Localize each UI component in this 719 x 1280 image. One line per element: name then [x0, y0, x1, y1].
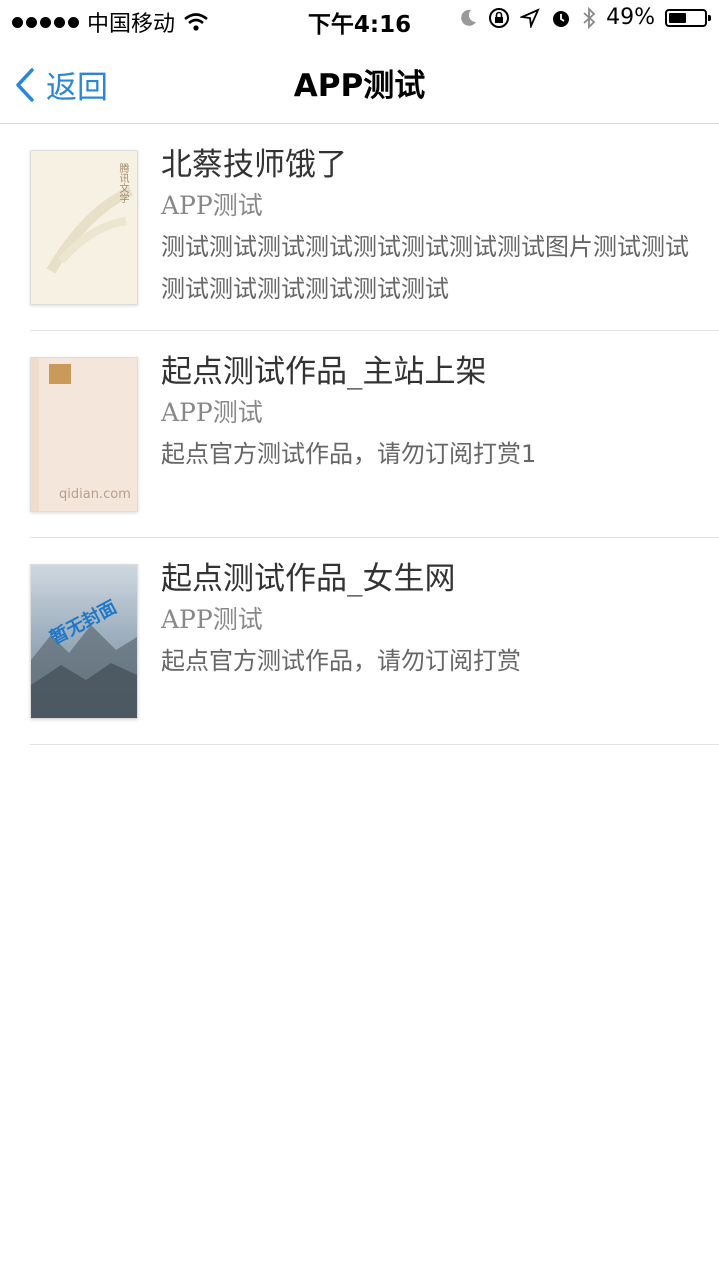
book-title: 北蔡技师饿了 [161, 147, 347, 183]
book-description: 起点官方测试作品，请勿订阅打赏1 [161, 440, 537, 468]
book-description: 起点官方测试作品，请勿订阅打赏 [161, 647, 521, 675]
book-author: APP测试 [161, 398, 263, 427]
battery-level [669, 12, 686, 23]
battery-icon [665, 8, 711, 27]
list-item[interactable]: 暂无封面 起点测试作品_女生网 APP测试 起点官方测试作品，请勿订阅打赏 [30, 538, 719, 745]
moon-icon [461, 9, 477, 26]
cover-text: 腾讯文学 [117, 163, 128, 203]
book-cover: qidian.com [30, 357, 138, 512]
rotation-lock-icon [489, 7, 510, 28]
cover-text: qidian.com [59, 487, 131, 502]
book-author: APP测试 [161, 605, 263, 634]
book-title: 起点测试作品_主站上架 [161, 354, 487, 390]
book-cover: 暂无封面 [30, 564, 138, 719]
book-cover: 腾讯文学 [30, 150, 138, 305]
book-description: 测试测试测试测试测试测试测试测试图片测试测试测试测试测试测试测试测试 [161, 233, 689, 303]
book-list: 腾讯文学 北蔡技师饿了 APP测试 测试测试测试测试测试测试测试测试图片测试测试… [0, 124, 719, 745]
status-bar: 中国移动 下午4:16 49% [0, 0, 719, 40]
book-author: APP测试 [161, 191, 263, 220]
list-item[interactable]: 腾讯文学 北蔡技师饿了 APP测试 测试测试测试测试测试测试测试测试图片测试测试… [30, 124, 719, 331]
page-title: APP测试 [293, 68, 426, 104]
list-item[interactable]: qidian.com 起点测试作品_主站上架 APP测试 起点官方测试作品，请勿… [30, 331, 719, 538]
mountain-decoration [31, 625, 137, 718]
cover-stamp [49, 364, 71, 384]
location-arrow-icon [520, 7, 540, 28]
bluetooth-icon [583, 6, 596, 29]
battery-percent: 49% [606, 5, 655, 30]
navigation-bar: 返回 APP测试 [0, 40, 719, 124]
book-title: 起点测试作品_女生网 [161, 561, 456, 597]
alarm-icon [553, 10, 570, 27]
status-right: 49% [458, 5, 711, 30]
cover-spine [31, 358, 39, 511]
